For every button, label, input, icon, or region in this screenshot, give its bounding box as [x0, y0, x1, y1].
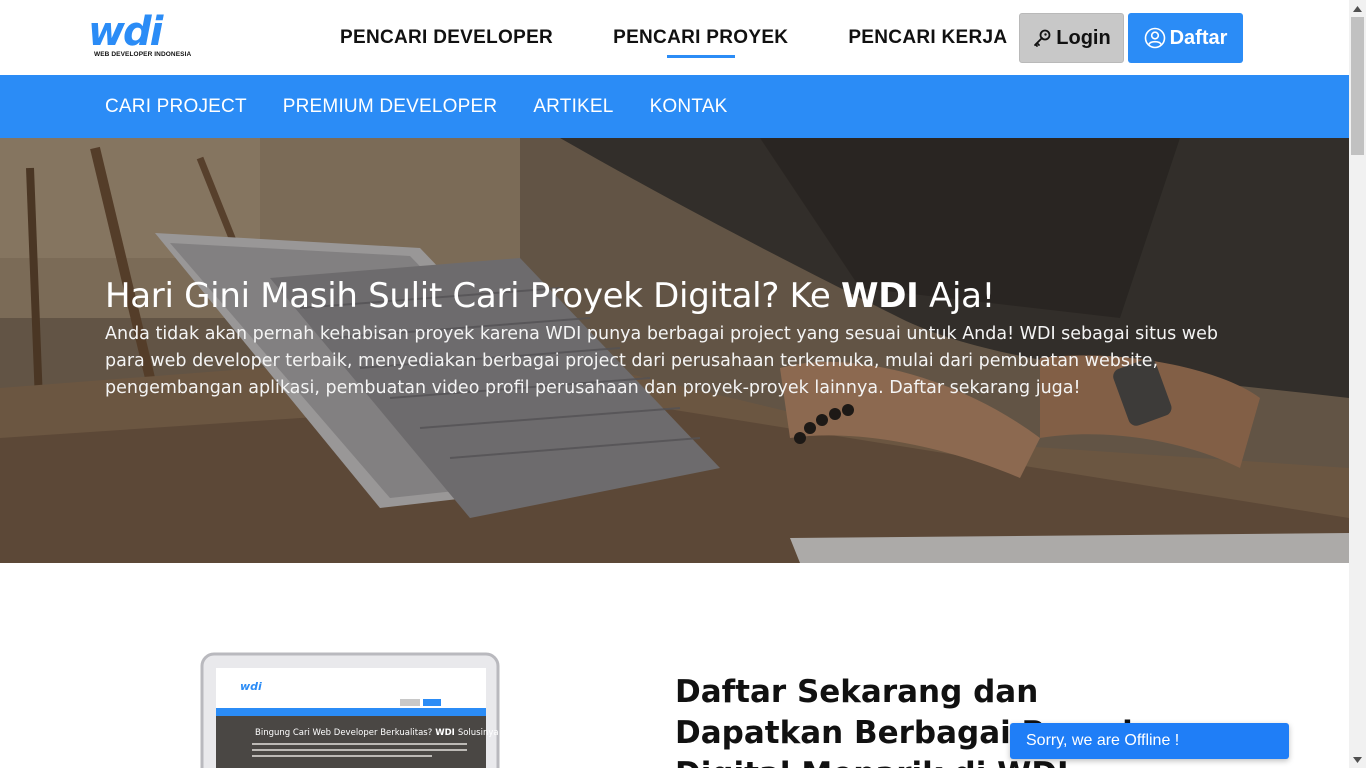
main-nav: PENCARI DEVELOPER PENCARI PROYEK PENCARI…	[310, 0, 1037, 75]
laptop-logo: wdi	[240, 680, 262, 693]
offline-chat-widget[interactable]: Sorry, we are Offline !	[1010, 723, 1289, 759]
nav-pencari-proyek[interactable]: PENCARI PROYEK	[583, 0, 818, 75]
sub-nav: CARI PROJECT PREMIUM DEVELOPER ARTIKEL K…	[0, 75, 1349, 138]
register-button[interactable]: Daftar	[1128, 13, 1243, 63]
subnav-premium-developer[interactable]: PREMIUM DEVELOPER	[265, 75, 516, 138]
subnav-kontak[interactable]: KONTAK	[632, 75, 746, 138]
login-label: Login	[1056, 26, 1111, 49]
chat-status-text: Sorry, we are Offline !	[1026, 732, 1180, 749]
scroll-down-arrow-icon[interactable]	[1349, 751, 1366, 768]
subnav-cari-project[interactable]: CARI PROJECT	[87, 75, 265, 138]
scrollbar-thumb[interactable]	[1351, 17, 1364, 155]
hero-description: Anda tidak akan pernah kehabisan proyek …	[105, 324, 1218, 398]
wdi-logo[interactable]: wdi WEB DEVELOPER INDONESIA	[88, 9, 192, 62]
nav-pencari-kerja[interactable]: PENCARI KERJA	[818, 0, 1037, 75]
user-circle-icon	[1144, 27, 1165, 49]
hero-title: Hari Gini Masih Sulit Cari Proyek Digita…	[105, 274, 995, 318]
scroll-up-arrow-icon[interactable]	[1349, 0, 1366, 17]
hero-title-tail: Aja!	[918, 276, 995, 316]
laptop-headline: Bingung Cari Web Developer Berkualitas?	[255, 728, 432, 738]
login-button[interactable]: Login	[1019, 13, 1124, 63]
page-scrollbar[interactable]	[1349, 0, 1366, 768]
logo-subtitle: WEB DEVELOPER INDONESIA	[94, 51, 192, 58]
logo-mark: wdi	[88, 9, 163, 55]
svg-text:Bingung Cari Web Developer Ber: Bingung Cari Web Developer Berkualitas? W…	[255, 728, 499, 738]
laptop-brand: WDI	[435, 728, 455, 738]
top-header: wdi WEB DEVELOPER INDONESIA PENCARI DEVE…	[0, 0, 1349, 75]
key-icon	[1034, 29, 1051, 47]
nav-pencari-developer[interactable]: PENCARI DEVELOPER	[310, 0, 583, 75]
laptop-headline-tail: Solusinya	[458, 728, 499, 738]
laptop-mockup-image: wdi Bingung Cari Web Developer Berkualit…	[200, 652, 500, 768]
hero-title-text: Hari Gini Masih Sulit Cari Proyek Digita…	[105, 276, 842, 316]
hero-title-brand: WDI	[841, 276, 919, 316]
subnav-artikel[interactable]: ARTIKEL	[515, 75, 631, 138]
register-label: Daftar	[1169, 26, 1228, 49]
